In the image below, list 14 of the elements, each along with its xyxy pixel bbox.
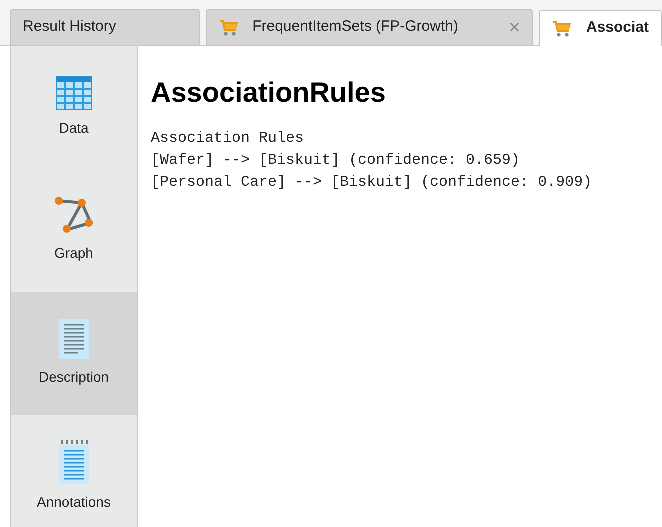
tab[interactable]: Result History (10, 9, 200, 45)
tab[interactable]: Associat (539, 10, 662, 46)
cart-icon (218, 18, 239, 36)
notepad-icon (59, 440, 89, 484)
table-icon (56, 76, 92, 110)
output-line: Association Rules (151, 129, 306, 149)
tab[interactable]: FrequentItemSets (FP-Growth) × (206, 9, 534, 45)
graph-icon (55, 197, 93, 235)
cart-icon (552, 20, 572, 38)
output-line: [Personal Care] --> [Biskuit] (confidence: 0.909) (151, 173, 594, 193)
output-line: [Wafer] --> [Biskuit] (confidence: 0.659) (151, 151, 522, 171)
sidebar-item[interactable]: Description (11, 292, 137, 415)
document-icon (59, 319, 89, 359)
page-title: AssociationRules (151, 76, 387, 110)
